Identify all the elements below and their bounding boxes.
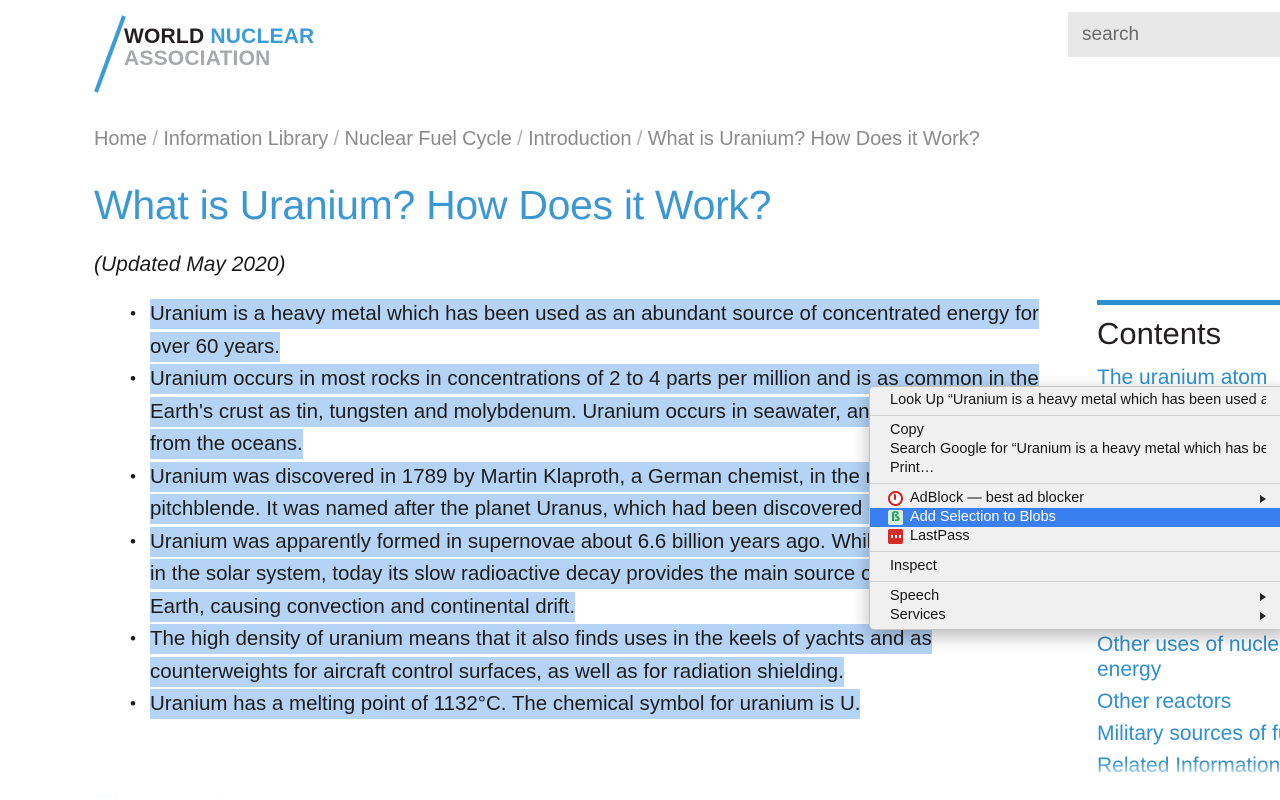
context-menu-item[interactable]: Look Up “Uranium is a heavy metal which … (870, 391, 1280, 410)
selected-text: Uranium is a heavy metal which has been … (150, 299, 1039, 362)
list-item: Other reactors (1097, 689, 1280, 714)
context-menu-item[interactable]: LastPass (870, 527, 1280, 546)
breadcrumb-item-1[interactable]: Home (94, 128, 147, 150)
context-menu-item-label: LastPass (910, 528, 970, 544)
contents-link-10[interactable]: Related Information (1097, 753, 1280, 778)
context-menu-item[interactable]: Services (870, 606, 1280, 625)
list-item: Related Information (1097, 753, 1280, 778)
context-menu-item[interactable]: Copy (870, 421, 1280, 440)
context-menu-separator (870, 483, 1280, 484)
fact-item: The high density of uranium means that i… (94, 623, 1054, 688)
contents-link-7[interactable]: Other uses of nuclear energy (1097, 632, 1280, 682)
contents-top-rule (1097, 300, 1280, 305)
logo-wordmark: WORLD NUCLEAR ASSOCIATION (124, 25, 315, 71)
breadcrumb-item-4[interactable]: Introduction (528, 128, 631, 150)
breadcrumb-separator: / (146, 128, 164, 150)
submenu-arrow-icon (1260, 494, 1266, 503)
contents-heading: Contents (1097, 316, 1222, 351)
page-updated-date: (Updated May 2020) (94, 253, 286, 276)
adblock-icon (888, 491, 903, 506)
context-menu-item[interactable]: Print… (870, 459, 1280, 478)
context-menu-item-label: Add Selection to Blobs (910, 509, 1056, 525)
context-menu-item[interactable]: ß Add Selection to Blobs (870, 508, 1280, 527)
logo-word-association: ASSOCIATION (124, 47, 271, 71)
submenu-arrow-icon (1260, 611, 1266, 620)
blobs-icon: ß (888, 510, 903, 525)
context-menu-item-label: Search Google for “Uranium is a heavy me… (890, 441, 1266, 457)
site-logo[interactable]: WORLD NUCLEAR ASSOCIATION (94, 14, 414, 94)
breadcrumb-item-2[interactable]: Information Library (163, 128, 328, 150)
page-title: What is Uranium? How Does it Work? (94, 182, 772, 228)
list-item: Other uses of nuclear energy (1097, 632, 1280, 682)
context-menu-item-label: Print… (890, 460, 935, 476)
contents-link-8[interactable]: Other reactors (1097, 689, 1280, 714)
fact-item: Uranium is a heavy metal which has been … (94, 298, 1054, 363)
fact-item: Uranium has a melting point of 1132°C. T… (94, 688, 1054, 721)
submenu-arrow-icon (1260, 592, 1266, 601)
context-menu-item-label: AdBlock — best ad blocker (910, 490, 1085, 506)
breadcrumb-item-5[interactable]: What is Uranium? How Does it Work? (648, 128, 980, 150)
context-menu-item-label: Copy (890, 422, 924, 438)
logo-word-world: WORLD (124, 25, 211, 48)
selected-text: The high density of uranium means that i… (150, 624, 932, 687)
breadcrumb-separator: / (511, 128, 529, 150)
context-menu-item[interactable]: Inspect (870, 557, 1280, 576)
context-menu-separator (870, 551, 1280, 552)
search-input[interactable] (1068, 12, 1280, 57)
lastpass-icon (888, 529, 903, 544)
breadcrumb-item-3[interactable]: Nuclear Fuel Cycle (345, 128, 512, 150)
breadcrumb: Home / Information Library / Nuclear Fue… (94, 128, 1194, 151)
context-menu-item[interactable]: Speech (870, 587, 1280, 606)
context-menu-item[interactable]: Search Google for “Uranium is a heavy me… (870, 440, 1280, 459)
next-section-heading: The uranium atom (94, 788, 337, 800)
breadcrumb-separator: / (631, 128, 648, 150)
site-header: WORLD NUCLEAR ASSOCIATION (0, 0, 1280, 100)
selected-text: Uranium has a melting point of 1132°C. T… (150, 689, 861, 719)
context-menu[interactable]: Look Up “Uranium is a heavy metal which … (869, 386, 1280, 630)
contents-link-9[interactable]: Military sources of fuel (1097, 721, 1280, 746)
context-menu-item-label: Speech (890, 588, 940, 604)
context-menu-separator (870, 581, 1280, 582)
context-menu-item-label: Look Up “Uranium is a heavy metal which … (890, 392, 1266, 408)
context-menu-item-label: Inspect (890, 558, 937, 574)
list-item: Military sources of fuel (1097, 721, 1280, 746)
logo-line-one: WORLD NUCLEAR (124, 25, 315, 48)
breadcrumb-separator: / (328, 128, 345, 150)
context-menu-item[interactable]: AdBlock — best ad blocker (870, 489, 1280, 508)
context-menu-item-label: Services (890, 607, 946, 623)
logo-word-nuclear: NUCLEAR (210, 25, 315, 48)
context-menu-separator (870, 415, 1280, 416)
page-root: WORLD NUCLEAR ASSOCIATION Home / Informa… (0, 0, 1280, 800)
